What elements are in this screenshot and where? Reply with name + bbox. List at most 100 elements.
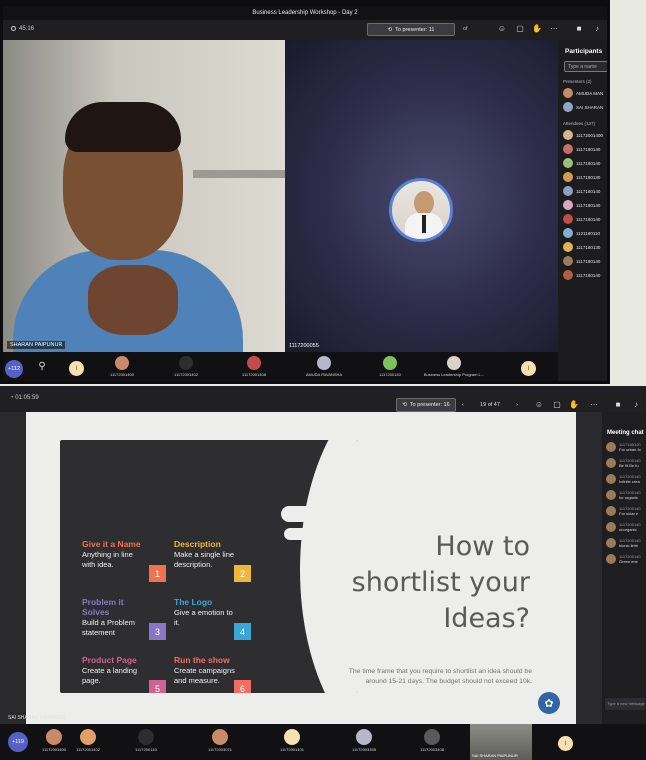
participant-row[interactable]: 1117180140 bbox=[558, 254, 607, 268]
chat-message[interactable]: 1117200140 Green ene bbox=[602, 548, 646, 564]
camera-icon[interactable]: ■ bbox=[612, 400, 624, 410]
avatar-tie bbox=[422, 215, 426, 233]
avatar-head bbox=[414, 191, 434, 215]
chat-message[interactable]: 1117200140 Infinite crea bbox=[602, 468, 646, 484]
participant-thumbnail[interactable]: 11172003408 bbox=[402, 729, 462, 752]
presentation-slide: Give it a Name Anything in line with idea… bbox=[26, 412, 576, 732]
participant-thumbnail[interactable]: 11172001408 bbox=[223, 356, 285, 381]
chat-message[interactable]: 1117200140 unorganic bbox=[602, 516, 646, 532]
slide-stripe-shape-small bbox=[284, 528, 318, 540]
chat-message[interactable]: 1117200140 Be fit Be fu bbox=[602, 452, 646, 468]
avatar bbox=[356, 729, 372, 745]
slide-step: Give it a Name Anything in line with idea… bbox=[82, 539, 148, 569]
participant-row[interactable]: 1117180140 bbox=[558, 156, 607, 170]
mic-icon[interactable]: ♪ bbox=[630, 400, 642, 410]
participant-thumbnail-label: 11172003408 bbox=[420, 747, 444, 752]
avatar bbox=[284, 729, 300, 745]
participant-initial-badge-bottom[interactable]: I bbox=[558, 736, 573, 751]
participant-thumbnail[interactable]: AMUDA PAVANSHA bbox=[293, 356, 355, 381]
participant-row[interactable]: 1117180140 bbox=[558, 142, 607, 156]
slide-step-description: Build a Problem statement bbox=[82, 618, 135, 637]
participant-thumbnail[interactable]: 11172001401 bbox=[262, 729, 322, 752]
chat-message[interactable]: 1117200140 bionic limb bbox=[602, 532, 646, 548]
video-tile-right: 1117200055 bbox=[285, 40, 558, 352]
mic-icon[interactable]: ♪ bbox=[592, 24, 602, 34]
react-icon[interactable]: ☺ bbox=[497, 24, 507, 34]
participant-row[interactable]: 1117180140 bbox=[558, 212, 607, 226]
chat-text: For solar e bbox=[619, 511, 639, 516]
participant-thumbnail[interactable]: 1117200140 bbox=[116, 729, 176, 752]
participant-row[interactable]: 1117180130 bbox=[558, 170, 607, 184]
participant-initial-badge[interactable]: I bbox=[69, 361, 84, 376]
attendees-list: 11172001400 1117180140 1117180140 111718013… bbox=[558, 128, 607, 282]
participant-row[interactable]: SAI SHARAN bbox=[558, 100, 607, 114]
participants-header: Participants bbox=[565, 48, 603, 55]
slide-step-description: Make a single line description. bbox=[174, 550, 235, 569]
meeting-window-bottom: ◔ 01:05:59 ⟲ To presenter: 16 ‹ 19 of 47 … bbox=[0, 386, 646, 760]
participant-thumbnail[interactable]: 11172003355 bbox=[334, 729, 394, 752]
participant-name: 1117180130 bbox=[576, 174, 601, 180]
avatar bbox=[563, 130, 573, 140]
chat-message[interactable]: 1117180120 For urban fo bbox=[602, 436, 646, 452]
participant-thumbnail[interactable]: 11172001402 bbox=[155, 356, 217, 381]
participant-thumbnail[interactable]: 1117200140 bbox=[359, 356, 421, 381]
more-participants-badge[interactable]: +112 bbox=[5, 360, 23, 378]
participant-row[interactable]: 1117180140 bbox=[558, 268, 607, 282]
slide-step-description: Anything in line with idea. bbox=[82, 550, 133, 569]
chat-message[interactable]: 1117200140 For solar e bbox=[602, 500, 646, 516]
react-icon[interactable]: ☺ bbox=[533, 400, 545, 410]
raise-hand-icon[interactable]: ✋ bbox=[568, 400, 580, 410]
participant-name: 1121180110 bbox=[576, 230, 601, 236]
slide-step: Run the show Create campaigns and measure… bbox=[174, 655, 238, 685]
participant-row[interactable]: 1121180110 bbox=[558, 226, 607, 240]
more-icon[interactable]: ··· bbox=[588, 400, 600, 410]
participant-row[interactable]: 11172001400 bbox=[558, 128, 607, 142]
to-presenter-button[interactable]: ⟲ To presenter: 11 bbox=[367, 23, 455, 36]
participant-thumbnail[interactable]: Business Leadership Program L... bbox=[423, 356, 485, 381]
raise-hand-icon[interactable]: ✋ bbox=[532, 24, 542, 34]
avatar bbox=[138, 729, 154, 745]
participant-row[interactable]: AMUDA MAN bbox=[558, 86, 607, 100]
participant-thumbnail[interactable]: 11172003071 bbox=[190, 729, 250, 752]
camera-icon[interactable]: ■ bbox=[574, 24, 584, 34]
participant-row[interactable]: 1117180140 bbox=[558, 198, 607, 212]
participant-initial-badge-end[interactable]: I bbox=[521, 361, 536, 376]
participant-thumbnail[interactable]: 11172001402 bbox=[58, 729, 118, 752]
slide-heading: How to shortlist your Ideas? bbox=[351, 531, 530, 634]
chat-icon[interactable]: ▢ bbox=[515, 24, 525, 34]
chat-message-body: 1117200140 Green ene bbox=[619, 554, 641, 564]
chat-text: Green ene bbox=[619, 559, 638, 564]
participant-thumbnail-label: 11172003355 bbox=[352, 747, 376, 752]
attendees-section-label[interactable]: Attendees (127) bbox=[558, 114, 607, 128]
more-icon[interactable]: ··· bbox=[549, 24, 559, 34]
participant-thumbnail-label: 11172001400 bbox=[110, 372, 134, 377]
participant-thumbnail[interactable]: 11172001400 bbox=[91, 356, 153, 381]
meeting-chat-panel: Meeting chat 1117180120 For urban fo 11172… bbox=[602, 412, 646, 724]
participant-search-input[interactable]: Type a name bbox=[564, 61, 607, 72]
avatar bbox=[447, 356, 461, 370]
participant-name: 1117180130 bbox=[576, 244, 601, 250]
participant-row[interactable]: 1117180140 bbox=[558, 184, 607, 198]
chat-message[interactable]: 1117200140 for organic bbox=[602, 484, 646, 500]
slide-step-title: Give it a Name bbox=[82, 539, 141, 549]
participant-row[interactable]: 1117180130 bbox=[558, 240, 607, 254]
presenters-section-label[interactable]: Presenters (2) bbox=[558, 72, 607, 86]
next-slide-icon[interactable]: › bbox=[516, 402, 518, 408]
avatar bbox=[383, 356, 397, 370]
chat-text: for organic bbox=[619, 495, 638, 500]
chat-text: Be fit Be fu bbox=[619, 463, 639, 468]
presenter-name-tag: SAI SHARAN PAIPUNUR bbox=[8, 715, 66, 721]
chat-input[interactable]: Type a new message bbox=[605, 698, 645, 710]
avatar bbox=[606, 474, 616, 484]
slide-step: The Logo Give a emotion to it. bbox=[174, 597, 238, 627]
to-presenter-label-bottom: To presenter: 16 bbox=[409, 402, 450, 408]
shield-icon bbox=[11, 26, 16, 31]
previous-slide-icon[interactable]: ‹ bbox=[462, 402, 464, 408]
participant-strip-bottom: +119 11172001400 11172001402 1117200140 111… bbox=[0, 724, 646, 760]
to-presenter-button-bottom[interactable]: ⟲ To presenter: 16 bbox=[396, 398, 456, 412]
chat-message-body: 1117200140 for organic bbox=[619, 490, 641, 500]
meeting-timer: 45:16 bbox=[11, 26, 34, 32]
slide-step: Description Make a single line descriptio… bbox=[174, 539, 238, 569]
chat-icon[interactable]: ▢ bbox=[551, 400, 563, 410]
video-name-right: 1117200055 bbox=[289, 343, 319, 349]
